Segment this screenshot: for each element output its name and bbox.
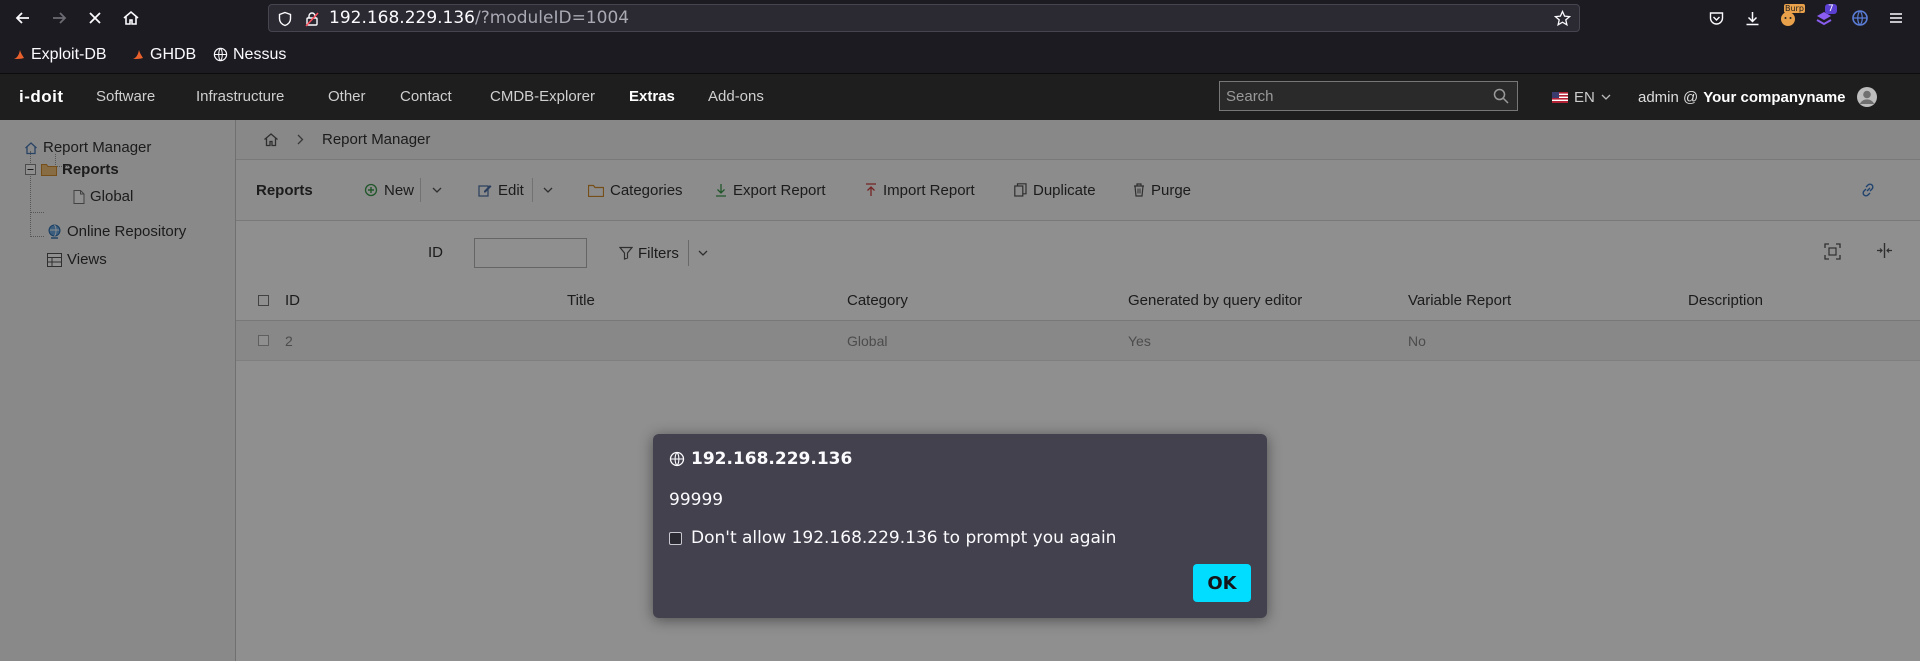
- url-path: /?moduleID=1004: [475, 8, 630, 28]
- home-button[interactable]: [119, 6, 143, 30]
- ok-button[interactable]: OK: [1193, 564, 1251, 602]
- bookmark-exploit-db[interactable]: Exploit-DB: [12, 36, 107, 73]
- app-header: i-doit Software Infrastructure Other Con…: [0, 74, 1920, 120]
- forward-button[interactable]: [47, 6, 71, 30]
- home-icon: [123, 10, 139, 25]
- user-avatar-icon[interactable]: [1856, 86, 1878, 108]
- dialog-title: 192.168.229.136: [669, 449, 852, 469]
- search-box: [1219, 81, 1518, 111]
- search-input[interactable]: [1226, 82, 1486, 110]
- close-icon: [89, 12, 101, 24]
- network-extension-icon[interactable]: [1848, 6, 1872, 30]
- bookmark-nessus[interactable]: Nessus: [213, 36, 286, 73]
- back-arrow-icon: [15, 12, 29, 24]
- user-menu[interactable]: admin @ Your companyname: [1638, 74, 1878, 120]
- checkbox-box[interactable]: [669, 531, 682, 545]
- chevron-down-icon: [1601, 94, 1611, 100]
- lock-icon: [304, 11, 320, 27]
- menu-icon[interactable]: [1884, 6, 1908, 30]
- nav-other[interactable]: Other: [328, 74, 366, 120]
- globe-icon: [669, 451, 685, 467]
- idoit-logo[interactable]: i-doit: [19, 87, 64, 107]
- nav-extras[interactable]: Extras: [629, 74, 675, 120]
- user-name: admin @: [1638, 88, 1699, 106]
- address-bar[interactable]: 192.168.229.136/?moduleID=1004: [268, 4, 1580, 32]
- ghdb-icon: [133, 49, 143, 59]
- exploitdb-icon: [14, 49, 24, 59]
- nav-software[interactable]: Software: [96, 74, 155, 120]
- burp-badge: Burp: [1784, 4, 1805, 13]
- bookmarks-bar: Exploit-DB GHDB Nessus: [0, 36, 1920, 74]
- forward-arrow-icon: [53, 12, 67, 24]
- language-selector[interactable]: EN: [1552, 74, 1611, 120]
- globe-icon: [213, 47, 228, 62]
- url-host: 192.168.229.136: [329, 8, 476, 28]
- bookmark-label: Nessus: [233, 45, 287, 63]
- alert-dialog: 192.168.229.136 99999 Don't allow 192.16…: [653, 434, 1267, 618]
- nav-contact[interactable]: Contact: [400, 74, 452, 120]
- bookmark-ghdb[interactable]: GHDB: [131, 36, 196, 73]
- nav-add-ons[interactable]: Add-ons: [708, 74, 764, 120]
- url-text: 192.168.229.136/?moduleID=1004: [329, 5, 629, 32]
- extension-badge: 7: [1825, 4, 1837, 14]
- back-button[interactable]: [11, 6, 35, 30]
- pocket-icon[interactable]: [1704, 6, 1728, 30]
- dialog-message: 99999: [669, 490, 724, 510]
- downloads-icon[interactable]: [1740, 6, 1764, 30]
- dialog-origin: 192.168.229.136: [691, 449, 853, 469]
- bookmark-label: GHDB: [150, 45, 197, 63]
- burp-extension-icon[interactable]: Burp: [1776, 4, 1805, 30]
- nav-cmdb-explorer[interactable]: CMDB-Explorer: [490, 74, 595, 120]
- company-name: Your companyname: [1703, 88, 1846, 106]
- extension-icon[interactable]: 7: [1812, 4, 1837, 30]
- stop-button[interactable]: [83, 6, 107, 30]
- nav-infrastructure[interactable]: Infrastructure: [196, 74, 284, 120]
- bookmark-label: Exploit-DB: [31, 45, 107, 63]
- browser-toolbar: 192.168.229.136/?moduleID=1004 Burp 7: [0, 0, 1920, 36]
- dont-allow-prompts-checkbox[interactable]: Don't allow 192.168.229.136 to prompt yo…: [669, 528, 1116, 548]
- checkbox-label: Don't allow 192.168.229.136 to prompt yo…: [691, 528, 1117, 548]
- us-flag-icon: [1552, 91, 1568, 103]
- language-label: EN: [1574, 88, 1595, 106]
- star-bookmark-icon[interactable]: [1554, 10, 1571, 27]
- search-icon[interactable]: [1493, 88, 1509, 104]
- shield-icon: [277, 11, 293, 27]
